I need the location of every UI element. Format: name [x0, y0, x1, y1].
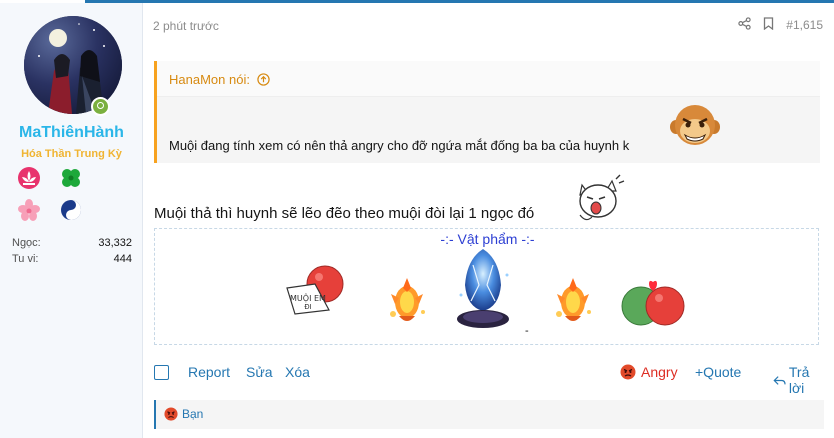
kissing-balls-item-icon[interactable] [619, 278, 691, 335]
user-badges [17, 166, 127, 230]
reactions-user-label[interactable]: Bạn [182, 407, 203, 421]
avatar-container [24, 16, 122, 116]
reply-button[interactable]: Trả lời [773, 364, 823, 396]
lotus-badge-icon[interactable] [17, 166, 41, 190]
username[interactable]: MaThiênHành [0, 124, 143, 142]
monkey-smiley-icon [669, 99, 721, 151]
angry-face-icon [164, 407, 178, 421]
stat-label: Tu vi: [12, 253, 39, 265]
user-title: Hóa Thần Trung Kỳ [21, 148, 122, 160]
bookmark-icon[interactable] [763, 17, 774, 33]
quote-text: Muội đang tính xem có nên thả angry cho … [169, 138, 630, 153]
stat-row-tuvi: Tu vi: 444 [12, 251, 132, 267]
angry-label: Angry [641, 364, 678, 380]
arrow-up-circle-icon[interactable] [256, 73, 270, 89]
select-post-checkbox[interactable] [154, 365, 169, 380]
item-dash: - [525, 325, 529, 337]
reply-arrow-icon [773, 375, 786, 385]
post-main: 2 phút trước #1,615 HanaMon nói: Muội đa… [143, 3, 834, 438]
stat-row-ngoc: Ngọc: 33,332 [12, 235, 132, 251]
quote-header[interactable]: HanaMon nói: [157, 61, 820, 97]
post-number-link[interactable]: #1,615 [786, 18, 823, 32]
ice-crystal-item-icon[interactable] [447, 245, 519, 338]
item-sign-text-2: ĐI [304, 303, 312, 311]
edit-link[interactable]: Sửa [246, 364, 273, 380]
post-header: 2 phút trước #1,615 [153, 15, 823, 37]
red-ball-sign-item-icon[interactable]: MUỘI EM ĐI [281, 264, 361, 329]
item-list: MUỘI EM ĐI [281, 248, 701, 343]
clover-badge-icon[interactable] [59, 166, 83, 190]
angry-reaction-button[interactable]: Angry [620, 364, 678, 380]
quote-author[interactable]: HanaMon nói: [169, 72, 250, 87]
user-stats: Ngọc: 33,332 Tu vi: 444 [12, 235, 132, 267]
reactions-bar[interactable]: Bạn [154, 400, 824, 429]
post-header-tools: #1,615 [738, 17, 823, 33]
reply-label: Trả lời [788, 364, 810, 396]
quote-block: HanaMon nói: Muội đang tính xem có nên t… [154, 61, 820, 163]
forum-post: MaThiênHành Hóa Thần Trung Kỳ Ngọc: 33,3… [0, 0, 834, 438]
item-sign-text: MUỘI EM [290, 292, 326, 303]
sakura-badge-icon[interactable] [17, 198, 41, 222]
yinyang-badge-icon[interactable] [59, 198, 83, 222]
stat-value: 444 [113, 253, 132, 265]
fire-phoenix-item-icon[interactable] [377, 268, 437, 333]
online-status-icon [91, 97, 110, 116]
angry-face-icon [620, 364, 636, 380]
stat-label: Ngọc: [12, 237, 41, 249]
stat-value: 33,332 [98, 237, 132, 249]
reactions-summary[interactable]: Bạn [164, 407, 203, 421]
share-icon[interactable] [738, 17, 751, 33]
post-time-link[interactable]: 2 phút trước [153, 19, 219, 33]
user-sidebar: MaThiênHành Hóa Thần Trung Kỳ Ngọc: 33,3… [0, 3, 143, 438]
quote-body: Muội đang tính xem có nên thả angry cho … [157, 97, 820, 153]
post-actions: Report Sửa Xóa Angry +Quote Trả lời [153, 359, 823, 396]
quote-button[interactable]: +Quote [695, 364, 741, 380]
crying-cat-smiley-icon [572, 171, 628, 227]
post-message: Muội thả thì huynh sẽ lẽo đẽo theo muội … [154, 205, 535, 222]
fire-phoenix-item-icon[interactable] [543, 268, 603, 333]
delete-link[interactable]: Xóa [285, 364, 310, 380]
item-box: -:- Vật phẩm -:- MUỘI EM ĐI - [154, 228, 819, 345]
report-link[interactable]: Report [188, 364, 230, 380]
